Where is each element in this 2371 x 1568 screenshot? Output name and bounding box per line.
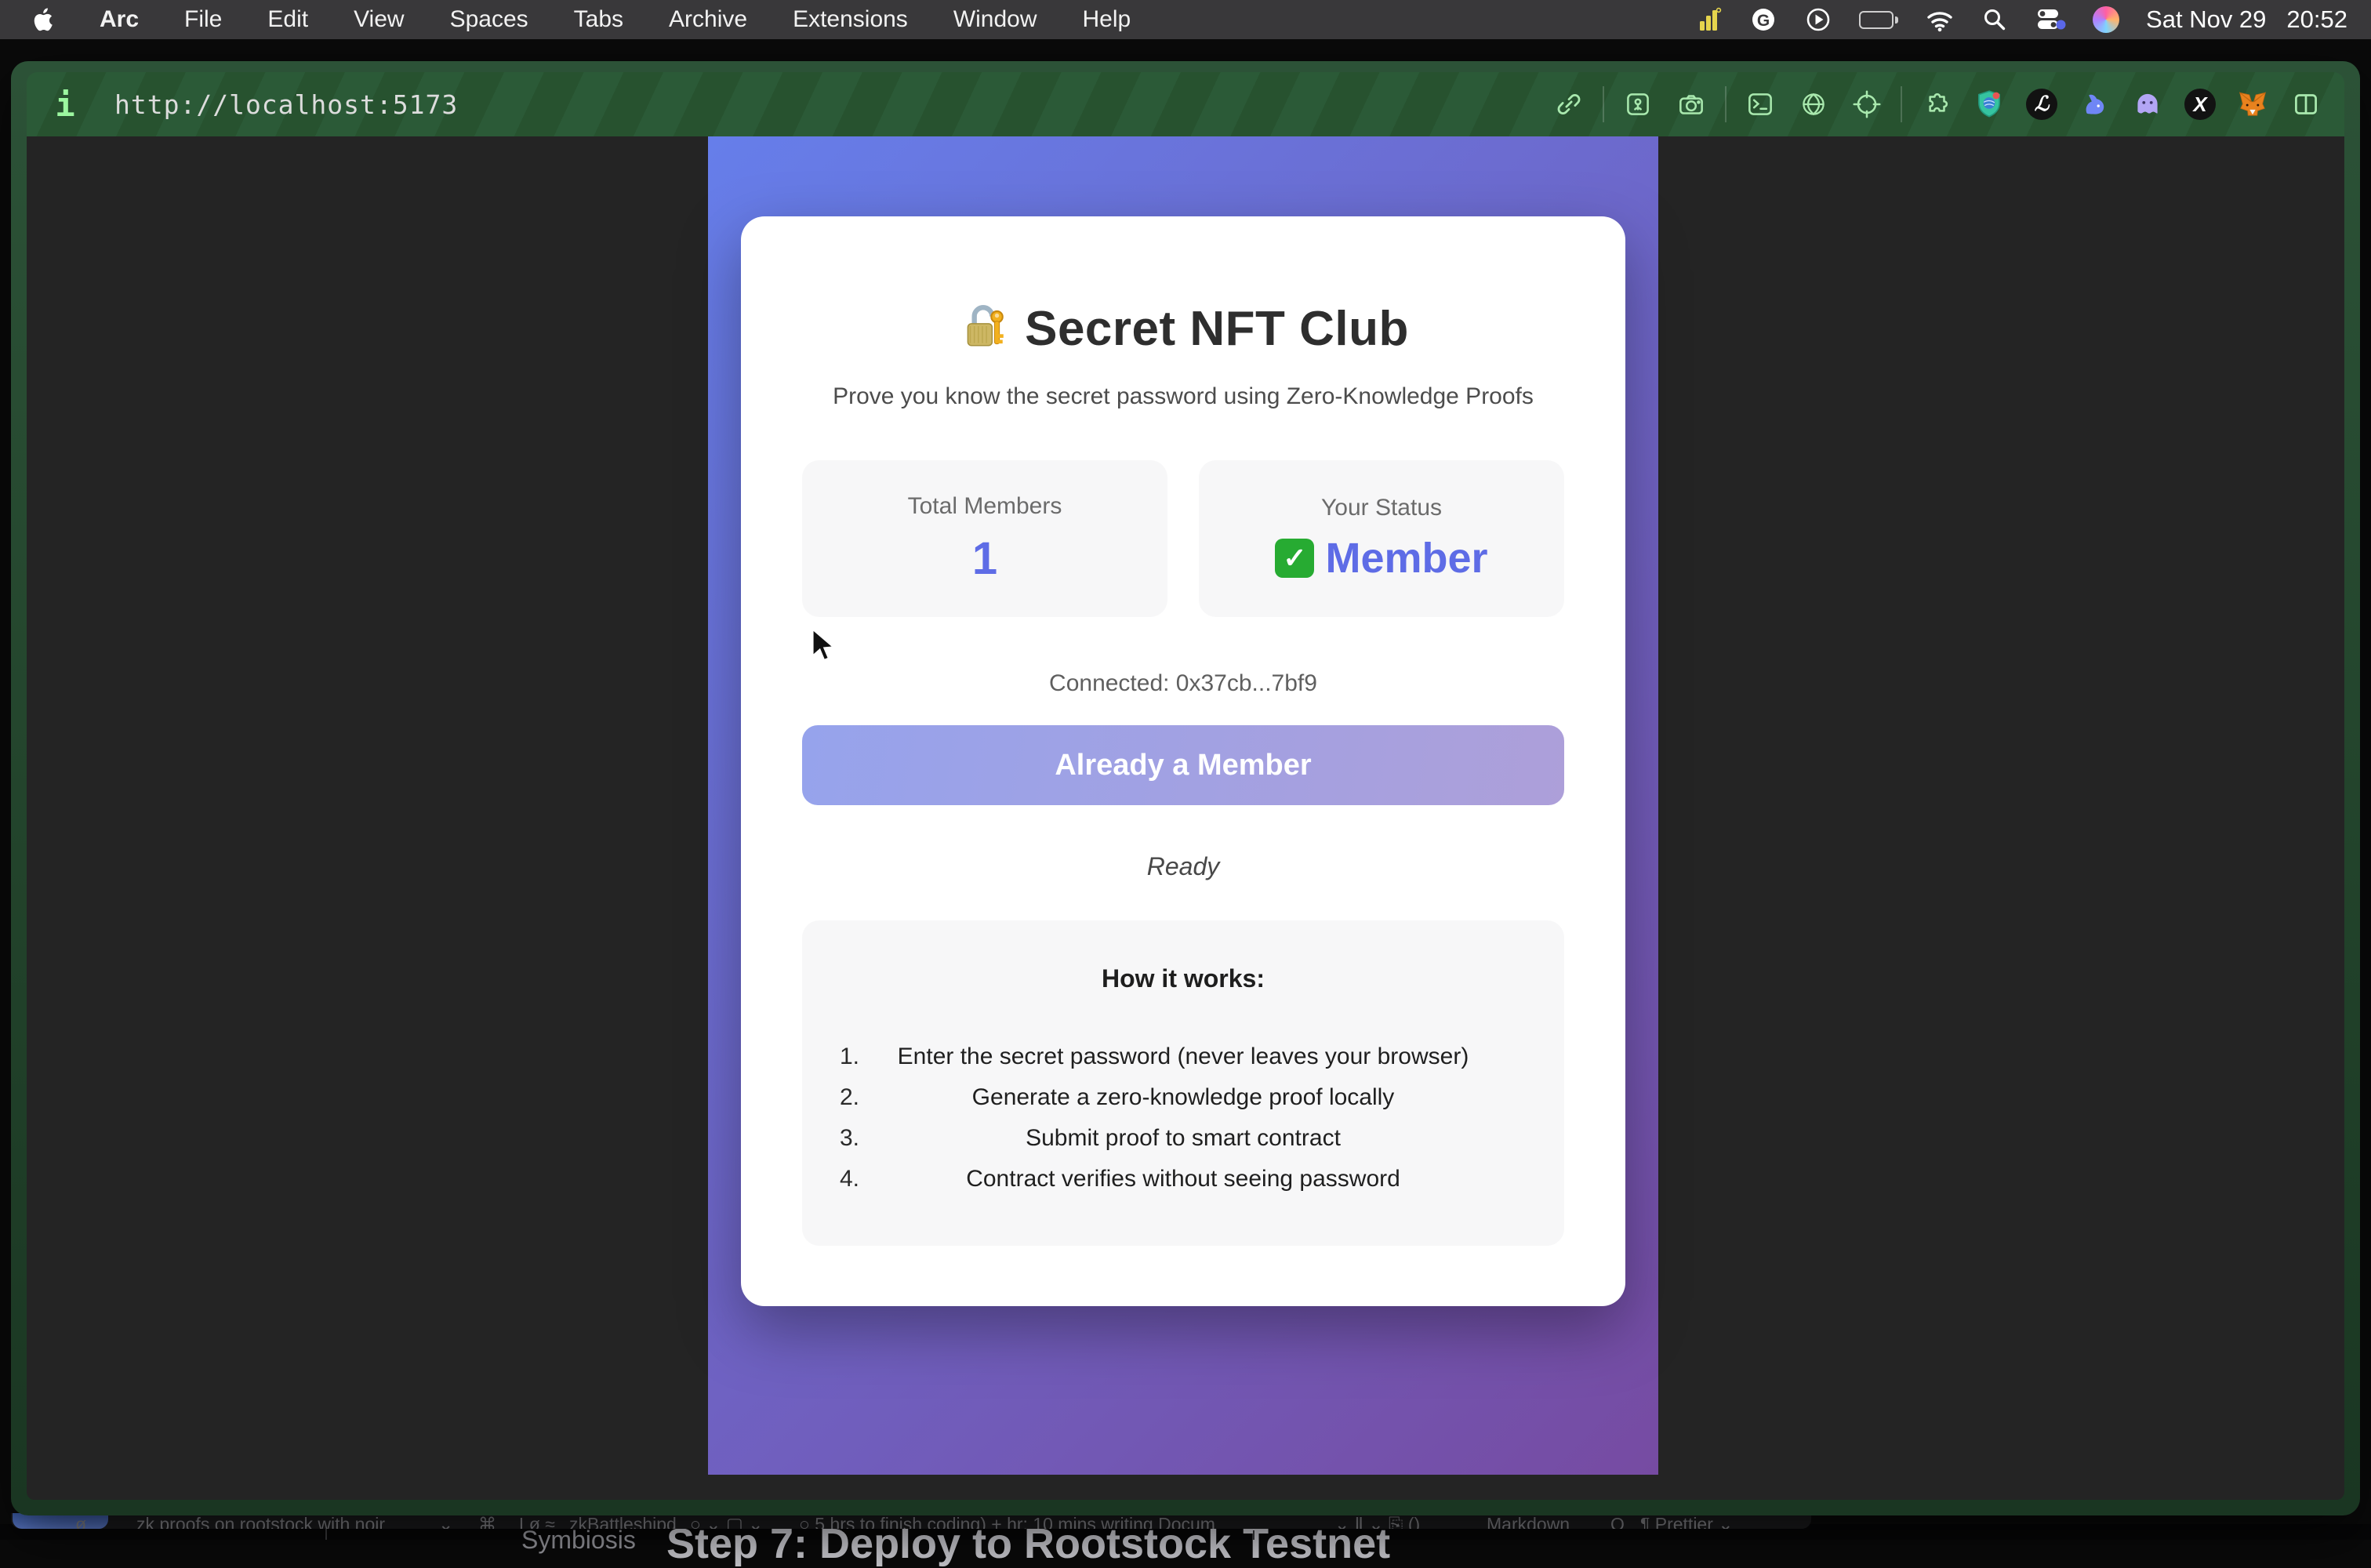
svg-text:G: G — [1757, 12, 1770, 30]
total-members-value: 1 — [972, 532, 997, 585]
step-number: 3. — [840, 1125, 859, 1152]
clock-date: Sat Nov 29 — [2146, 5, 2266, 34]
site-info-icon[interactable]: i — [49, 88, 82, 121]
stats-row: Total Members 1 Your Status ✓ Member — [802, 460, 1564, 617]
stocks-icon[interactable] — [1696, 6, 1723, 33]
menu-item-arc[interactable]: Arc — [77, 6, 162, 33]
status-text: Ready — [802, 852, 1564, 881]
locked-with-key-icon — [957, 301, 1009, 357]
secret-nft-club-card: Secret NFT Club Prove you know the secre… — [741, 216, 1625, 1306]
menu-item-tabs[interactable]: Tabs — [551, 6, 646, 33]
menu-item-view[interactable]: View — [331, 6, 427, 33]
your-status-value: ✓ Member — [1275, 534, 1487, 583]
arc-browser-window: i http://localhost:5173 — [11, 61, 2360, 1515]
wifi-icon[interactable] — [1925, 6, 1955, 33]
total-members-label: Total Members — [908, 493, 1062, 520]
adblock-shield-icon[interactable] — [1973, 88, 2006, 121]
bar-fragment: zk proofs on rootstock with noir — [136, 1514, 385, 1529]
step-number: 2. — [840, 1084, 859, 1111]
browser-toolbar: i http://localhost:5173 — [27, 72, 2344, 136]
list-item: 2. Generate a zero-knowledge proof local… — [802, 1084, 1564, 1125]
window-divider — [1253, 1530, 1254, 1540]
bar-fragment: zkBattleshipd — [569, 1514, 677, 1529]
check-mark-icon: ✓ — [1275, 539, 1314, 578]
menu-status-area: G Sat Nov 29 20:52 — [1696, 5, 2347, 34]
web-globe-icon[interactable] — [1797, 88, 1830, 121]
your-status-box: Your Status ✓ Member — [1199, 460, 1564, 617]
menu-item-window[interactable]: Window — [931, 6, 1060, 33]
play-circle-icon[interactable] — [1804, 5, 1832, 34]
app-background-panel: Secret NFT Club Prove you know the secre… — [708, 136, 1658, 1475]
split-view-icon[interactable] — [2289, 88, 2322, 121]
element-picker-target-icon[interactable] — [1850, 88, 1883, 121]
how-it-works-heading: How it works: — [802, 964, 1564, 993]
step-text: Generate a zero-knowledge proof locally — [802, 1084, 1564, 1111]
step-number: 4. — [840, 1166, 859, 1192]
bar-fragment: ⌄ — [438, 1514, 453, 1529]
menu-clock[interactable]: Sat Nov 29 20:52 — [2146, 5, 2347, 34]
already-member-button[interactable]: Already a Member — [802, 725, 1564, 805]
menu-item-edit[interactable]: Edit — [245, 6, 331, 33]
bar-fragment: Markdown — [1487, 1514, 1570, 1529]
step-number: 1. — [840, 1044, 859, 1070]
menu-item-extensions[interactable]: Extensions — [770, 6, 931, 33]
battery-icon[interactable] — [1859, 11, 1898, 29]
step-text: Contract verifies without seeing passwor… — [802, 1166, 1564, 1192]
menu-left: Arc File Edit View Spaces Tabs Archive E… — [24, 5, 1153, 34]
loom-icon[interactable]: ℒ — [2026, 89, 2057, 120]
menu-item-file[interactable]: File — [162, 6, 245, 33]
page-title-text: Secret NFT Club — [1025, 301, 1409, 357]
browser-viewport: Secret NFT Club Prove you know the secre… — [27, 136, 2344, 1500]
list-item: 1. Enter the secret password (never leav… — [802, 1044, 1564, 1084]
devtools-terminal-icon[interactable] — [1744, 88, 1777, 121]
phantom-wallet-icon[interactable] — [2131, 88, 2164, 121]
bar-fragment: ○ 5 hrs to finish coding) + hr: 10 mins … — [799, 1514, 1215, 1529]
bar-fragment: ⌘ — [478, 1514, 496, 1529]
bar-fragment: ⌄ Ⅱ ⌄ ⎘ () — [1334, 1514, 1420, 1529]
rabbit-icon[interactable] — [2078, 88, 2111, 121]
menu-item-spaces[interactable]: Spaces — [427, 6, 551, 33]
bar-fragment: Lø ≈ — [519, 1514, 555, 1529]
control-toggles-icon[interactable] — [2035, 5, 2066, 34]
grammarly-icon[interactable]: G — [1749, 5, 1777, 34]
member-text: Member — [1325, 534, 1487, 583]
copy-link-icon[interactable] — [1552, 88, 1585, 121]
extensions-puzzle-icon[interactable] — [1919, 88, 1952, 121]
list-item: 3. Submit proof to smart contract — [802, 1125, 1564, 1166]
how-it-works-box: How it works: 1. Enter the secret passwo… — [802, 920, 1564, 1246]
connected-address: Connected: 0x37cb...7bf9 — [802, 670, 1564, 697]
siri-icon[interactable] — [2093, 6, 2119, 33]
apple-logo-icon[interactable] — [30, 5, 53, 34]
menu-item-help[interactable]: Help — [1060, 6, 1154, 33]
background-window-title[interactable]: Symbiosis — [521, 1526, 636, 1555]
editor-window-bar[interactable]: ø zk proofs on rootstock with noir ⌄ ⌘ L… — [11, 1513, 1811, 1529]
bar-fragment: Q — [1610, 1514, 1625, 1529]
clock-time: 20:52 — [2286, 5, 2347, 34]
mouse-cursor — [809, 627, 844, 670]
page-title: Secret NFT Club — [802, 301, 1564, 357]
menu-bar: Arc File Edit View Spaces Tabs Archive E… — [0, 0, 2371, 39]
list-item: 4. Contract verifies without seeing pass… — [802, 1166, 1564, 1207]
screenshot-camera-icon[interactable] — [1675, 88, 1708, 121]
editor-blue-button[interactable] — [13, 1513, 108, 1529]
how-it-works-list: 1. Enter the secret password (never leav… — [802, 1044, 1564, 1207]
menu-item-archive[interactable]: Archive — [646, 6, 770, 33]
your-status-label: Your Status — [1321, 495, 1442, 521]
bar-fragment: ø — [75, 1514, 86, 1529]
step-text: Enter the secret password (never leaves … — [802, 1044, 1564, 1070]
bar-fragment: ¶ Prettier ⌄ — [1640, 1514, 1734, 1529]
picture-in-picture-icon[interactable] — [1621, 88, 1654, 121]
page-subtitle: Prove you know the secret password using… — [802, 383, 1564, 410]
x-app-icon[interactable]: X — [2184, 89, 2216, 120]
total-members-box: Total Members 1 — [802, 460, 1167, 617]
bar-fragment: ○ ⌄ ▢ ⌄ — [690, 1514, 763, 1529]
step-text: Submit proof to smart contract — [802, 1125, 1564, 1152]
spotlight-search-icon[interactable] — [1981, 6, 2008, 33]
metamask-icon[interactable] — [2236, 88, 2269, 121]
url-bar[interactable]: http://localhost:5173 — [114, 89, 458, 120]
